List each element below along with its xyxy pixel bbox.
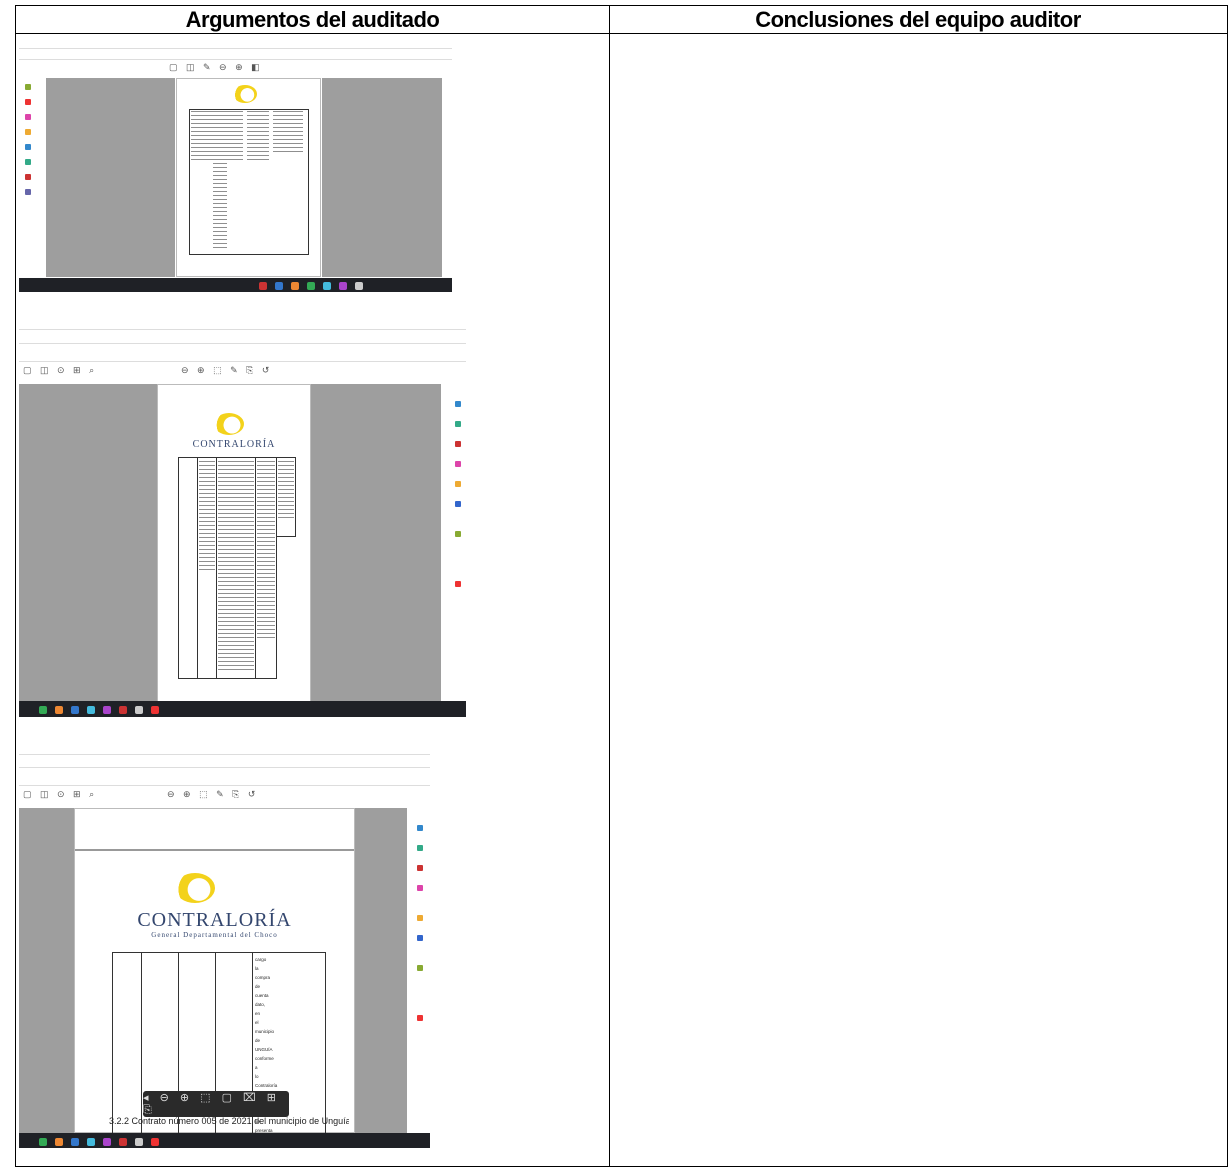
cell-word: de — [255, 984, 261, 989]
cell-word: Contraloría — [255, 1083, 278, 1088]
logo-wordmark: CONTRALORÍA — [192, 439, 276, 450]
document-page — [176, 78, 321, 277]
cell-word: la — [255, 966, 259, 971]
cell-word: el — [255, 1020, 259, 1025]
windows-taskbar — [19, 701, 466, 717]
evidence-screenshot-3: ▢ ◫ ⊙ ⊞ ⌕ ⊖ ⊕ ⬚ ✎ ⎘ ↺ CONTRALORÍA Genera… — [19, 743, 430, 1148]
cell-word: de — [255, 1038, 261, 1043]
viewer-toolbar: ▢ ◫ ⊙ ⊞ ⌕ — [23, 789, 98, 799]
viewer-toolbar: ▢ ◫ ✎ ⊖ ⊕ ◧ — [169, 62, 263, 72]
windows-taskbar — [19, 278, 452, 292]
document-page: CONTRALORÍA General Departamental del Ch… — [74, 808, 355, 1148]
column-divider — [609, 6, 610, 1166]
cell-word: cargo — [255, 957, 267, 962]
logo-subtitle: General Departamental del Choco — [151, 931, 278, 939]
cell-word: en — [255, 1011, 261, 1016]
logo-icon — [214, 413, 244, 435]
viewer-floating-toolbar: ◂ ⊖ ⊕ ⬚ ▢ ⌧ ⊞ ⎘ — [143, 1091, 289, 1117]
cell-word: lo — [255, 1074, 259, 1079]
cell-word: dato, — [255, 1002, 266, 1007]
evidence-table: Argumentos del auditado Conclusiones del… — [15, 5, 1228, 1167]
evidence-screenshot-1: ▢ ◫ ✎ ⊖ ⊕ ◧ — [19, 37, 452, 292]
document-footer-caption: 3.2.2 Contrato número 005 de 2021 del mu… — [109, 1116, 349, 1126]
cell-word: UNGUÍA — [255, 1047, 273, 1052]
cell-word: municipio — [255, 1029, 275, 1034]
cell-word: compra — [255, 975, 271, 980]
cell-word: a — [255, 1065, 258, 1070]
header-argumentos: Argumentos del auditado — [16, 6, 609, 34]
viewer-toolbar: ▢ ◫ ⊙ ⊞ ⌕ — [23, 365, 98, 375]
evidence-screenshot-2: ▢ ◫ ⊙ ⊞ ⌕ ⊖ ⊕ ⬚ ✎ ⎘ ↺ CONTRALORÍA — [19, 317, 466, 717]
logo-icon — [175, 873, 215, 903]
cell-word: cuenta — [255, 993, 269, 998]
header-conclusiones: Conclusiones del equipo auditor — [609, 6, 1227, 34]
logo-wordmark: CONTRALORÍA — [137, 909, 292, 931]
cell-word: conforme — [255, 1056, 274, 1061]
windows-taskbar — [19, 1133, 430, 1148]
logo-icon — [233, 85, 257, 103]
document-page: CONTRALORÍA — [157, 384, 311, 702]
